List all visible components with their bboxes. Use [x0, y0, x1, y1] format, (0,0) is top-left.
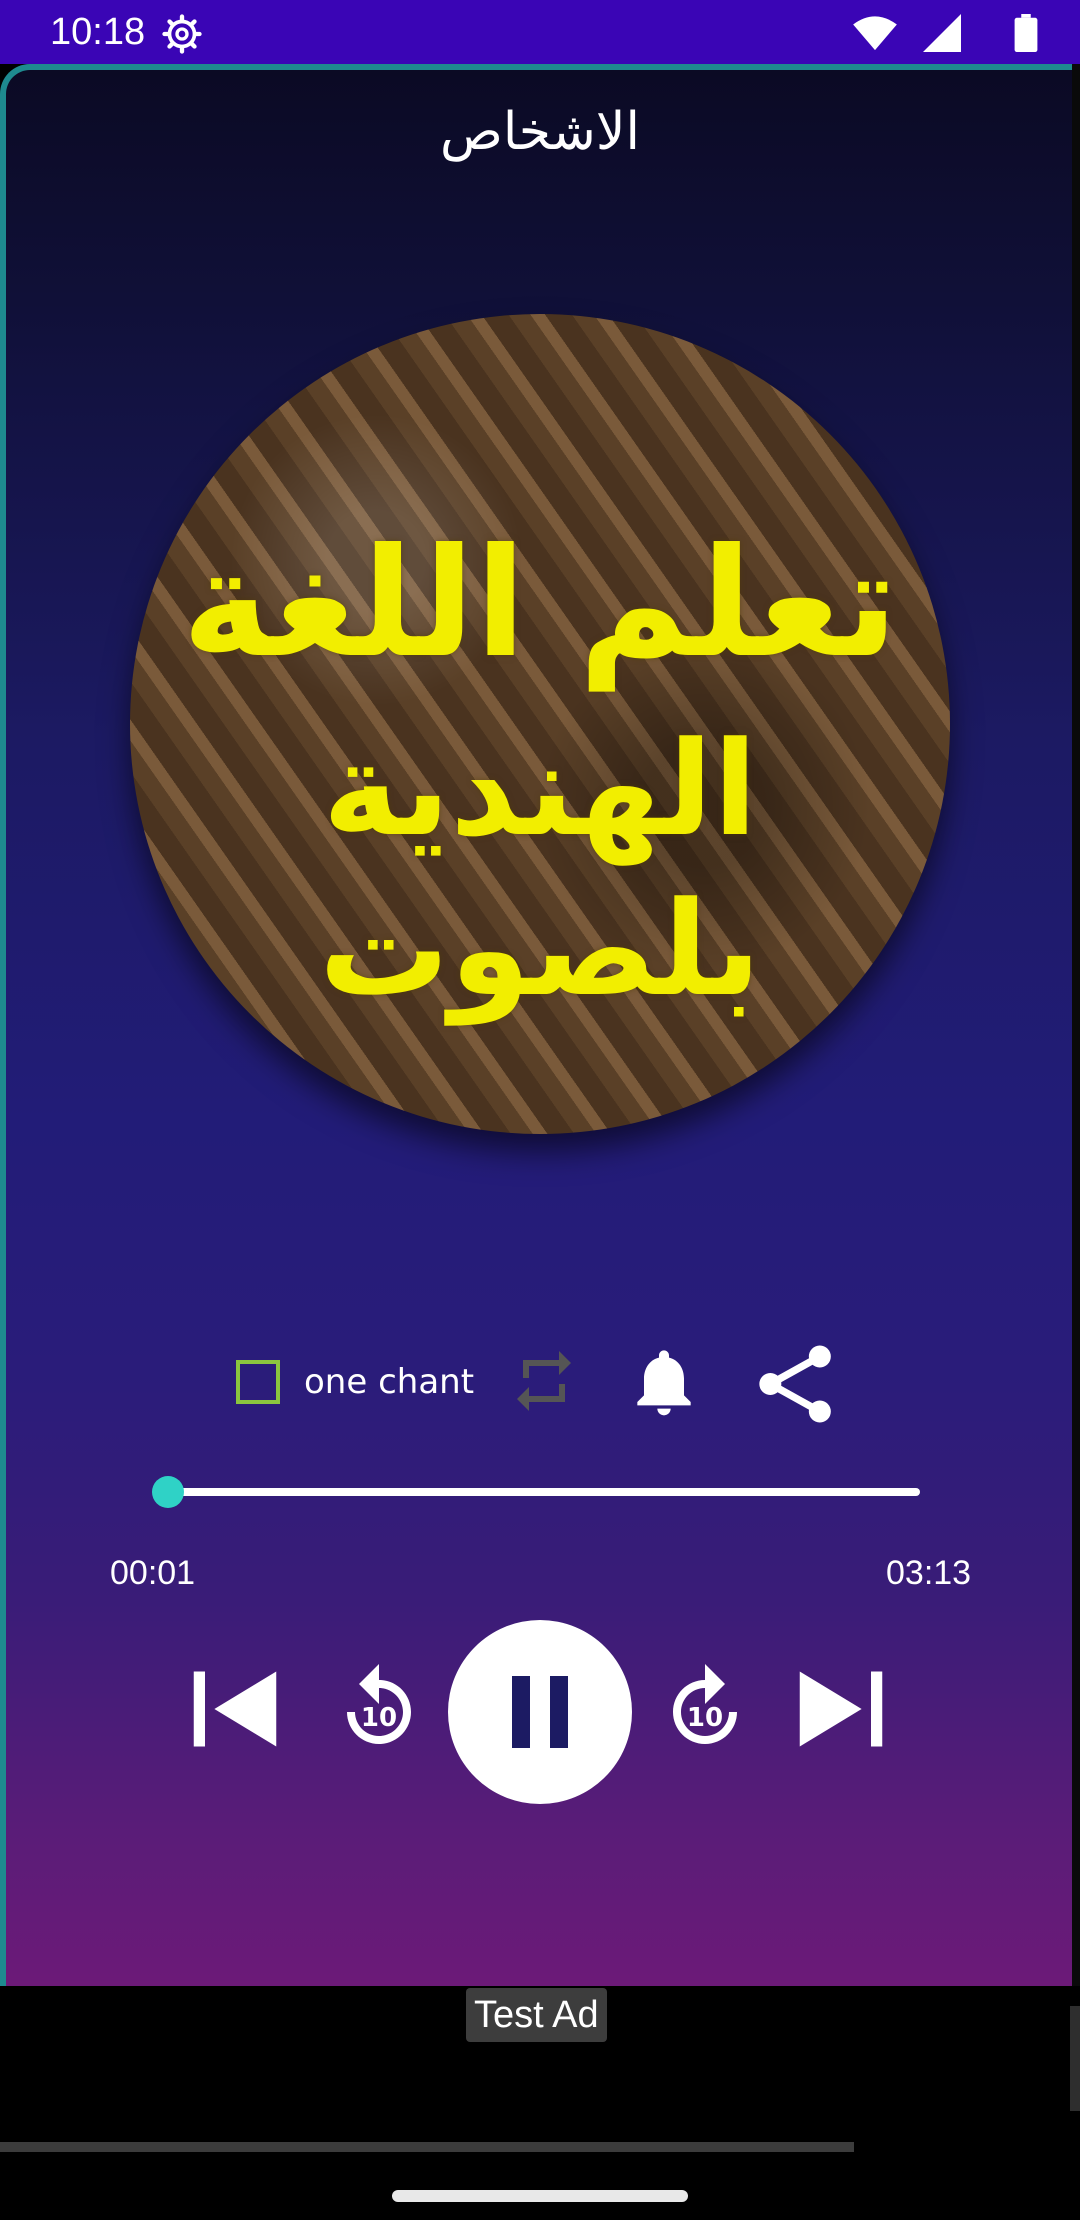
skip-previous-icon[interactable] — [190, 1664, 280, 1754]
test-ad-label: Test Ad — [466, 1988, 607, 2042]
skip-next-icon[interactable] — [796, 1664, 886, 1754]
total-time: 03:13 — [886, 1554, 972, 1592]
track-title: الاشخاص — [440, 102, 640, 162]
pause-button[interactable] — [448, 1620, 632, 1804]
cover-art-line-2: الهندية بلصوت — [318, 713, 762, 1025]
home-indicator[interactable] — [392, 2190, 688, 2202]
status-bar: 10:18 — [0, 0, 1080, 64]
seek-track — [162, 1488, 920, 1496]
replay-10-label: 10 — [361, 1703, 397, 1733]
battery-icon — [1014, 14, 1038, 52]
ad-horizontal-scrollbar — [0, 2142, 854, 2152]
ad-banner[interactable]: Test Ad — [0, 1986, 1080, 2154]
cover-art: تعلم اللغة الهندية بلصوت — [130, 314, 950, 1134]
cell-signal-icon — [923, 14, 961, 52]
pause-icon-bar-right — [550, 1676, 568, 1748]
navigation-bar — [0, 2154, 1080, 2220]
wifi-icon — [853, 16, 897, 51]
pause-icon-bar-left — [512, 1676, 530, 1748]
options-row: one chant — [0, 1325, 1080, 1435]
one-chant-label[interactable]: one chant — [304, 1355, 474, 1409]
repeat-icon[interactable] — [508, 1345, 580, 1417]
ad-vertical-scrollbar — [1070, 2006, 1080, 2111]
seek-thumb[interactable] — [152, 1476, 184, 1508]
forward-10-label: 10 — [687, 1703, 723, 1733]
forward-10-icon[interactable]: 10 — [656, 1660, 754, 1764]
playback-controls: 10 10 — [0, 1620, 1080, 1804]
replay-10-icon[interactable]: 10 — [330, 1660, 428, 1764]
bell-icon[interactable] — [624, 1339, 704, 1425]
share-icon[interactable] — [752, 1339, 840, 1429]
cover-art-line-1: تعلم اللغة — [181, 517, 899, 691]
elapsed-time: 00:01 — [110, 1554, 196, 1592]
status-time: 10:18 — [50, 11, 146, 53]
settings-gear-icon — [162, 14, 202, 54]
one-chant-checkbox[interactable] — [236, 1360, 280, 1404]
seek-bar[interactable] — [148, 1472, 922, 1512]
